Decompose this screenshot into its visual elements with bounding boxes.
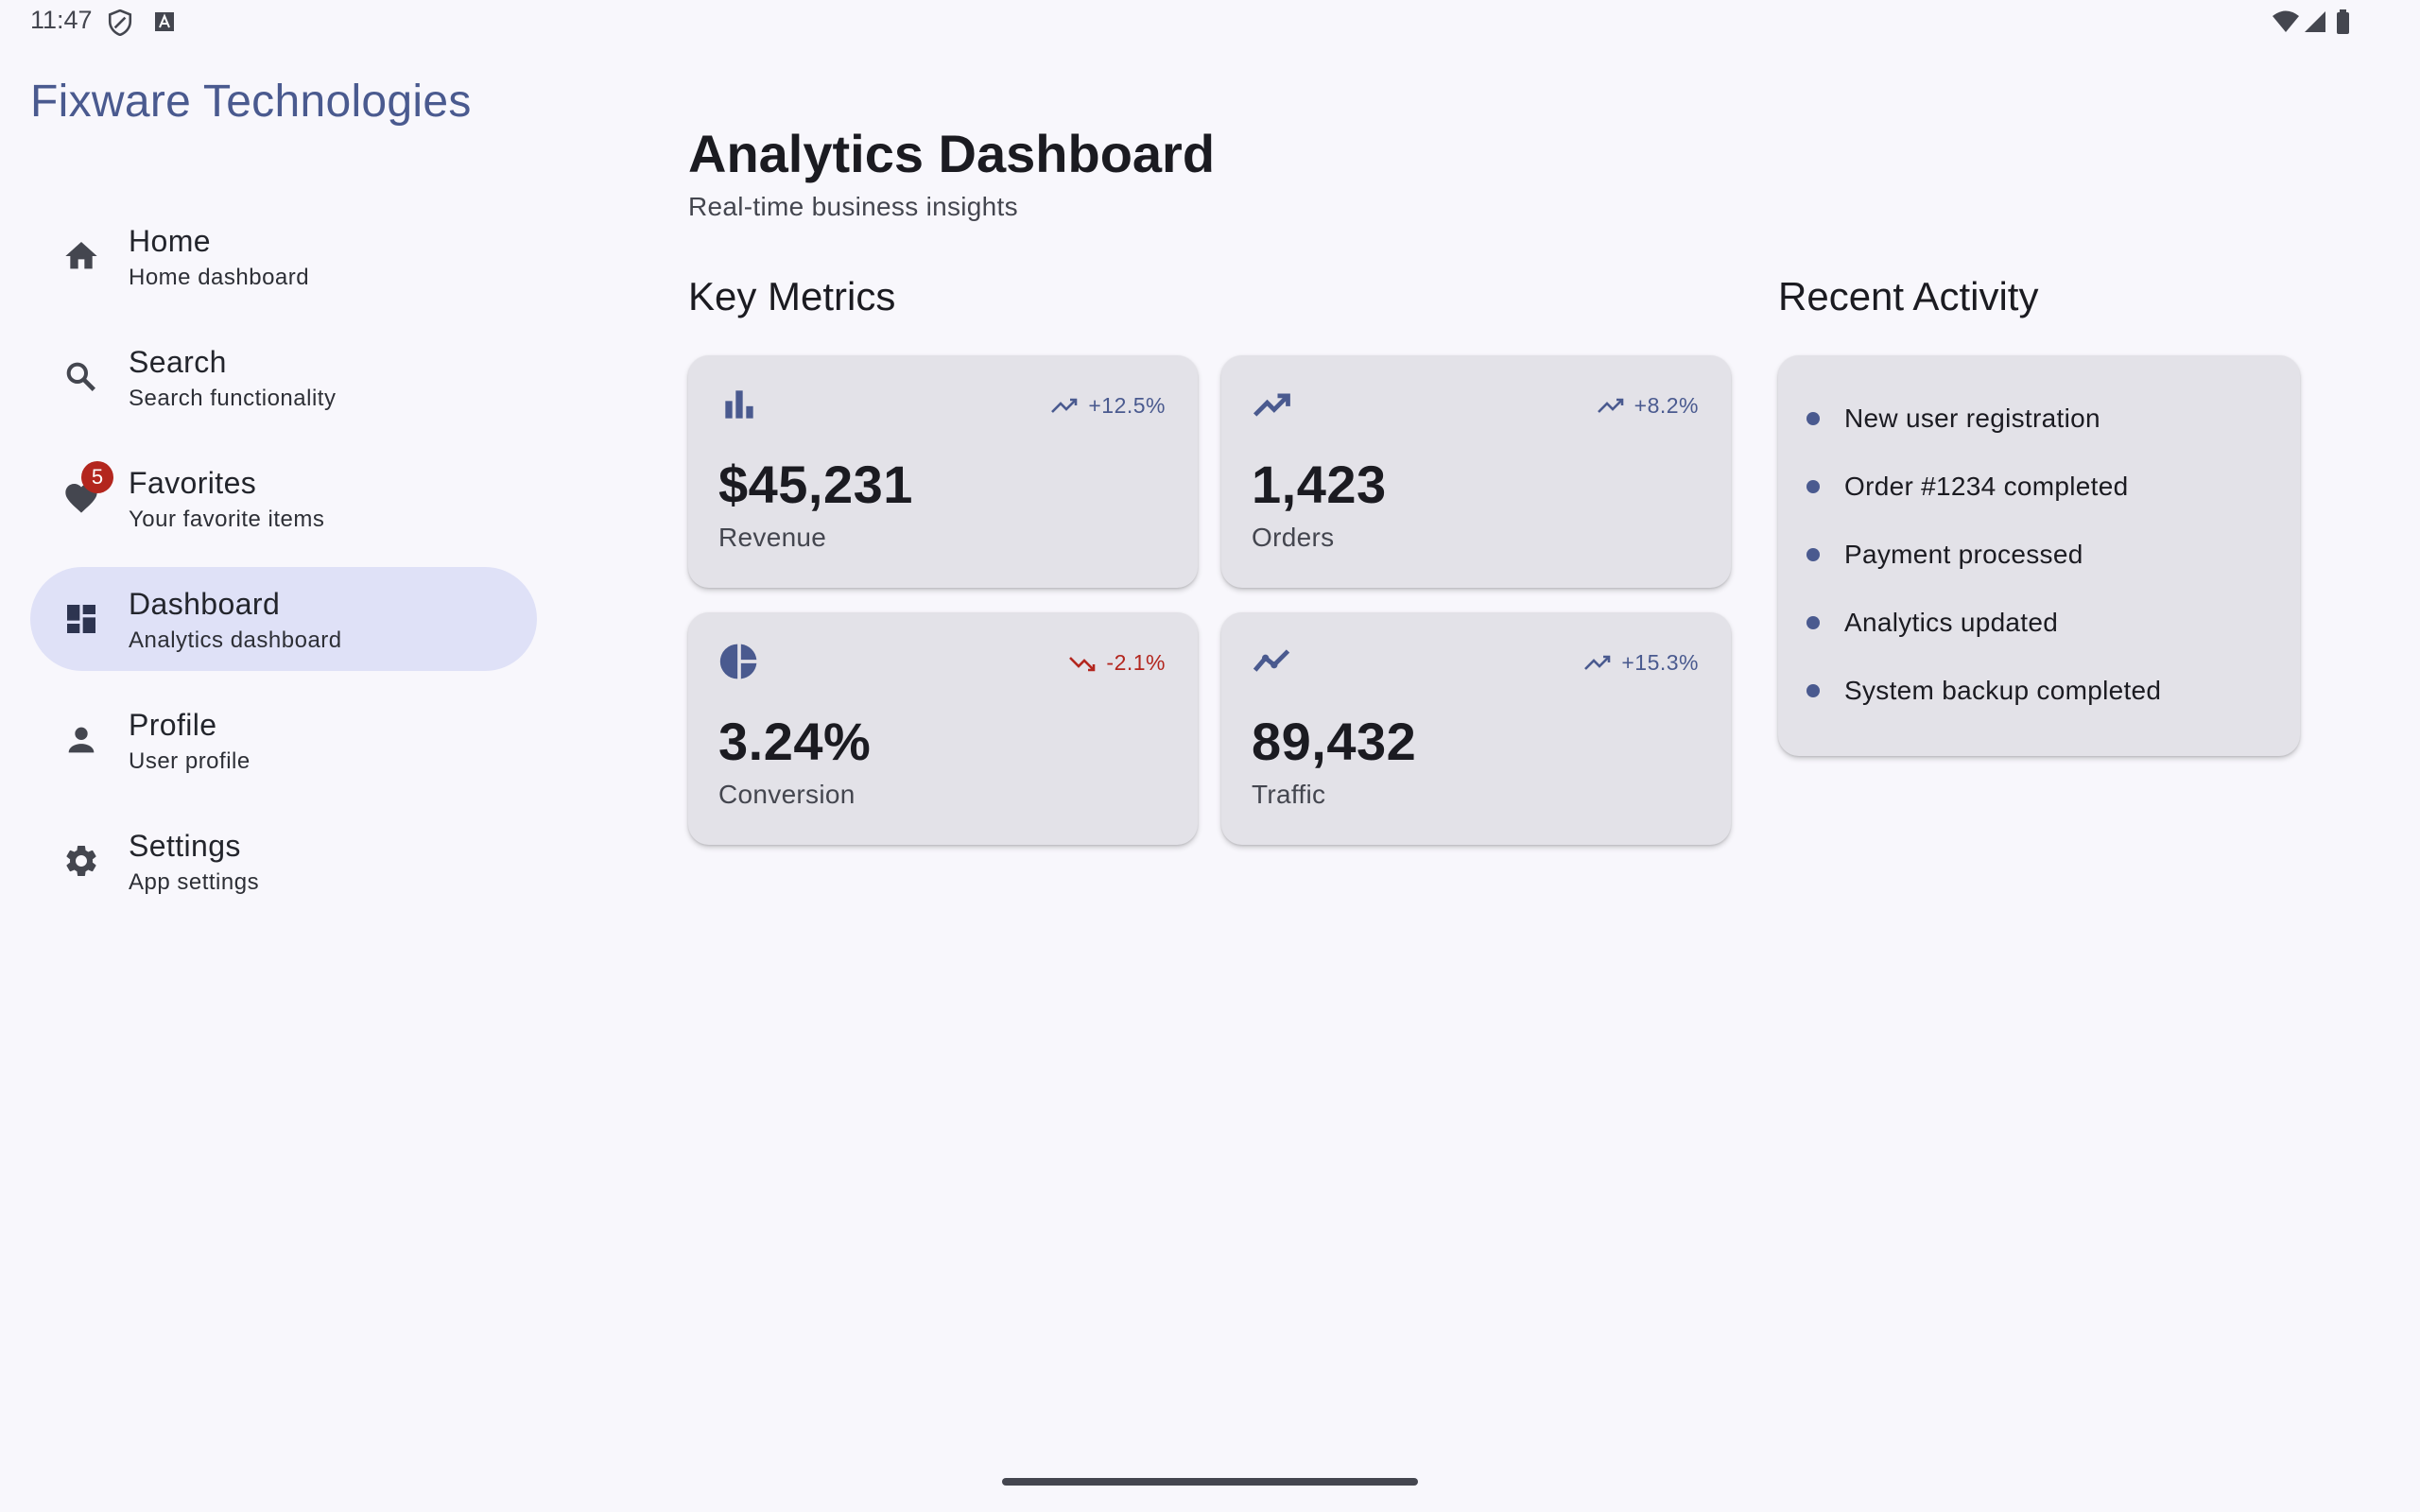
trend-value: +15.3% <box>1621 650 1699 675</box>
system-tray-icons <box>2273 9 2349 34</box>
activity-text: Analytics updated <box>1844 608 2059 637</box>
wifi-icon <box>2273 10 2299 32</box>
pie-chart-icon <box>719 644 757 679</box>
nav-item-title: Dashboard <box>129 587 281 621</box>
activity-text: Payment processed <box>1844 540 2083 569</box>
metric-value: $45,231 <box>718 455 913 514</box>
trending-up-icon <box>1597 398 1623 413</box>
nav-item-subtitle: User profile <box>129 748 251 774</box>
metric-value: 3.24% <box>718 712 872 771</box>
line-chart-icon <box>1253 649 1290 672</box>
nav-item-title: Settings <box>129 829 241 863</box>
nav-item-subtitle: Home dashboard <box>129 265 310 290</box>
metric-label: Revenue <box>718 523 827 552</box>
recent-activity-card: New user registration Order #1234 comple… <box>1778 355 2300 756</box>
key-metrics-title: Key Metrics <box>688 274 896 318</box>
metric-label: Orders <box>1252 523 1335 552</box>
search-icon <box>66 362 95 391</box>
trending-up-icon <box>1253 393 1290 417</box>
activity-text: New user registration <box>1844 404 2100 433</box>
activity-text: System backup completed <box>1844 676 2162 705</box>
page-subtitle: Real-time business insights <box>688 192 1018 221</box>
activity-item: New user registration <box>1806 400 2100 438</box>
person-icon <box>68 727 95 753</box>
metric-label: Conversion <box>718 780 856 809</box>
nav-item-title: Search <box>129 345 227 379</box>
trend-indicator: +15.3% <box>1583 650 1699 676</box>
nav-item-title: Profile <box>129 708 217 742</box>
nav-item-favorites[interactable]: 5 Favorites Your favorite items <box>30 446 537 550</box>
bar-chart-icon <box>725 390 753 419</box>
status-bar: 11:47 <box>0 0 2420 45</box>
metric-card-orders[interactable]: +8.2% 1,423 Orders <box>1221 355 1731 588</box>
bullet-dot <box>1806 548 1820 561</box>
trending-up-icon <box>1051 398 1078 413</box>
trend-indicator: +8.2% <box>1597 393 1699 419</box>
trending-down-icon <box>1069 656 1096 671</box>
battery-icon <box>2337 12 2349 34</box>
app-brand-title: Fixware Technologies <box>30 77 472 127</box>
recent-activity-title: Recent Activity <box>1778 274 2039 318</box>
nav-item-subtitle: App settings <box>129 869 260 895</box>
metric-card-revenue[interactable]: +12.5% $45,231 Revenue <box>688 355 1198 588</box>
trend-value: -2.1% <box>1106 650 1166 675</box>
nav-item-home[interactable]: Home Home dashboard <box>30 204 537 308</box>
nav-item-subtitle: Search functionality <box>129 386 337 411</box>
nav-item-title: Home <box>129 224 211 258</box>
favorites-count-badge: 5 <box>81 461 113 493</box>
metric-card-conversion[interactable]: -2.1% 3.24% Conversion <box>688 612 1198 845</box>
metric-value: 1,423 <box>1252 455 1387 514</box>
dashboard-icon <box>67 605 95 633</box>
trend-value: +12.5% <box>1088 393 1166 418</box>
activity-item: Order #1234 completed <box>1806 468 2128 506</box>
nav-item-subtitle: Analytics dashboard <box>129 627 342 653</box>
font-a-icon <box>155 12 174 31</box>
nav-item-title: Favorites <box>129 466 257 500</box>
status-time: 11:47 <box>30 6 93 34</box>
shield-icon <box>108 9 132 36</box>
metric-card-traffic[interactable]: +15.3% 89,432 Traffic <box>1221 612 1731 845</box>
nav-item-subtitle: Your favorite items <box>129 507 325 532</box>
nav-item-profile[interactable]: Profile User profile <box>30 688 537 792</box>
home-gesture-bar[interactable] <box>1002 1478 1418 1486</box>
page-title: Analytics Dashboard <box>688 124 1216 183</box>
activity-item: Analytics updated <box>1806 604 2058 642</box>
activity-text: Order #1234 completed <box>1844 472 2129 501</box>
bullet-dot <box>1806 480 1820 493</box>
metric-value: 89,432 <box>1252 712 1417 771</box>
metric-label: Traffic <box>1252 780 1326 809</box>
gear-icon <box>66 846 96 876</box>
nav-item-search[interactable]: Search Search functionality <box>30 325 537 429</box>
trend-indicator: -2.1% <box>1068 650 1166 676</box>
nav-item-settings[interactable]: Settings App settings <box>30 809 537 913</box>
activity-item: System backup completed <box>1806 672 2161 710</box>
bullet-dot <box>1806 684 1820 697</box>
nav-item-dashboard[interactable]: Dashboard Analytics dashboard <box>30 567 537 671</box>
navigation-drawer: Home Home dashboard Search Search functi… <box>30 204 537 930</box>
trending-up-icon <box>1584 655 1611 670</box>
activity-item: Payment processed <box>1806 536 2083 574</box>
bullet-dot <box>1806 412 1820 425</box>
trend-value: +8.2% <box>1634 393 1699 418</box>
app-root: 11:47 Fixware Technologies Home Home das… <box>0 0 2420 1512</box>
signal-icon <box>2305 11 2325 32</box>
home-icon <box>65 242 97 269</box>
trend-indicator: +12.5% <box>1050 393 1166 419</box>
bullet-dot <box>1806 616 1820 629</box>
